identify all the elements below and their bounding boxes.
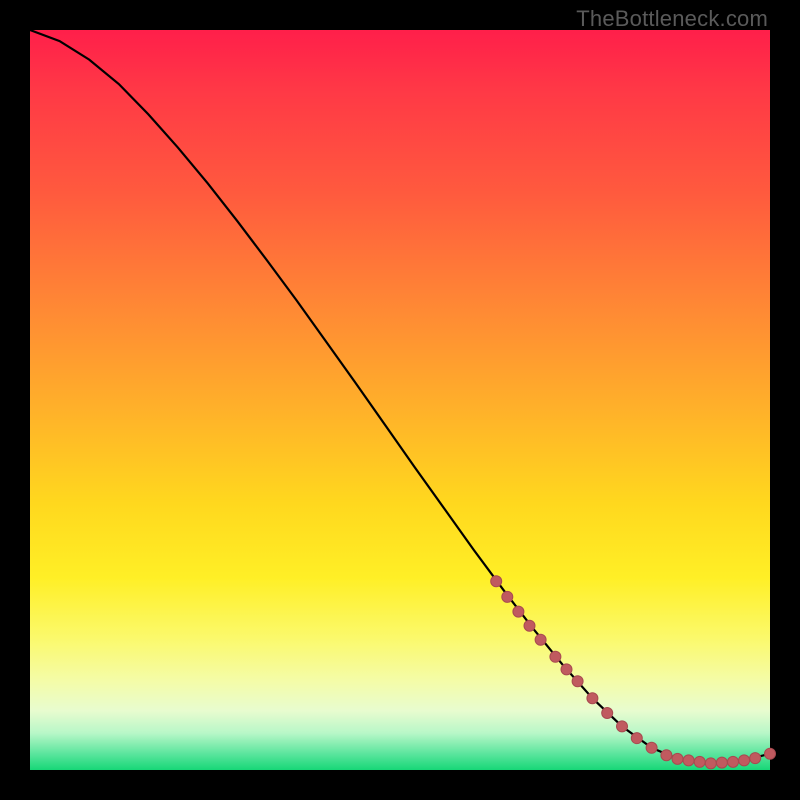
data-marker: [646, 742, 657, 753]
data-marker: [491, 576, 502, 587]
data-marker: [502, 591, 513, 602]
data-marker: [739, 755, 750, 766]
data-marker: [765, 748, 776, 759]
data-marker: [617, 721, 628, 732]
data-marker: [672, 753, 683, 764]
data-marker: [513, 606, 524, 617]
data-marker: [728, 756, 739, 767]
plot-area: [30, 30, 770, 770]
chart-stage: TheBottleneck.com: [0, 0, 800, 800]
watermark-text: TheBottleneck.com: [576, 6, 768, 32]
data-marker: [572, 676, 583, 687]
data-marker: [705, 758, 716, 769]
data-marker: [587, 693, 598, 704]
data-marker: [535, 634, 546, 645]
data-marker: [683, 755, 694, 766]
marker-group: [491, 576, 776, 769]
curve-line: [30, 30, 770, 763]
data-marker: [524, 620, 535, 631]
data-marker: [750, 753, 761, 764]
data-marker: [561, 664, 572, 675]
chart-svg: [30, 30, 770, 770]
data-marker: [694, 756, 705, 767]
data-marker: [550, 651, 561, 662]
data-marker: [602, 708, 613, 719]
data-marker: [631, 733, 642, 744]
data-marker: [716, 757, 727, 768]
data-marker: [661, 750, 672, 761]
